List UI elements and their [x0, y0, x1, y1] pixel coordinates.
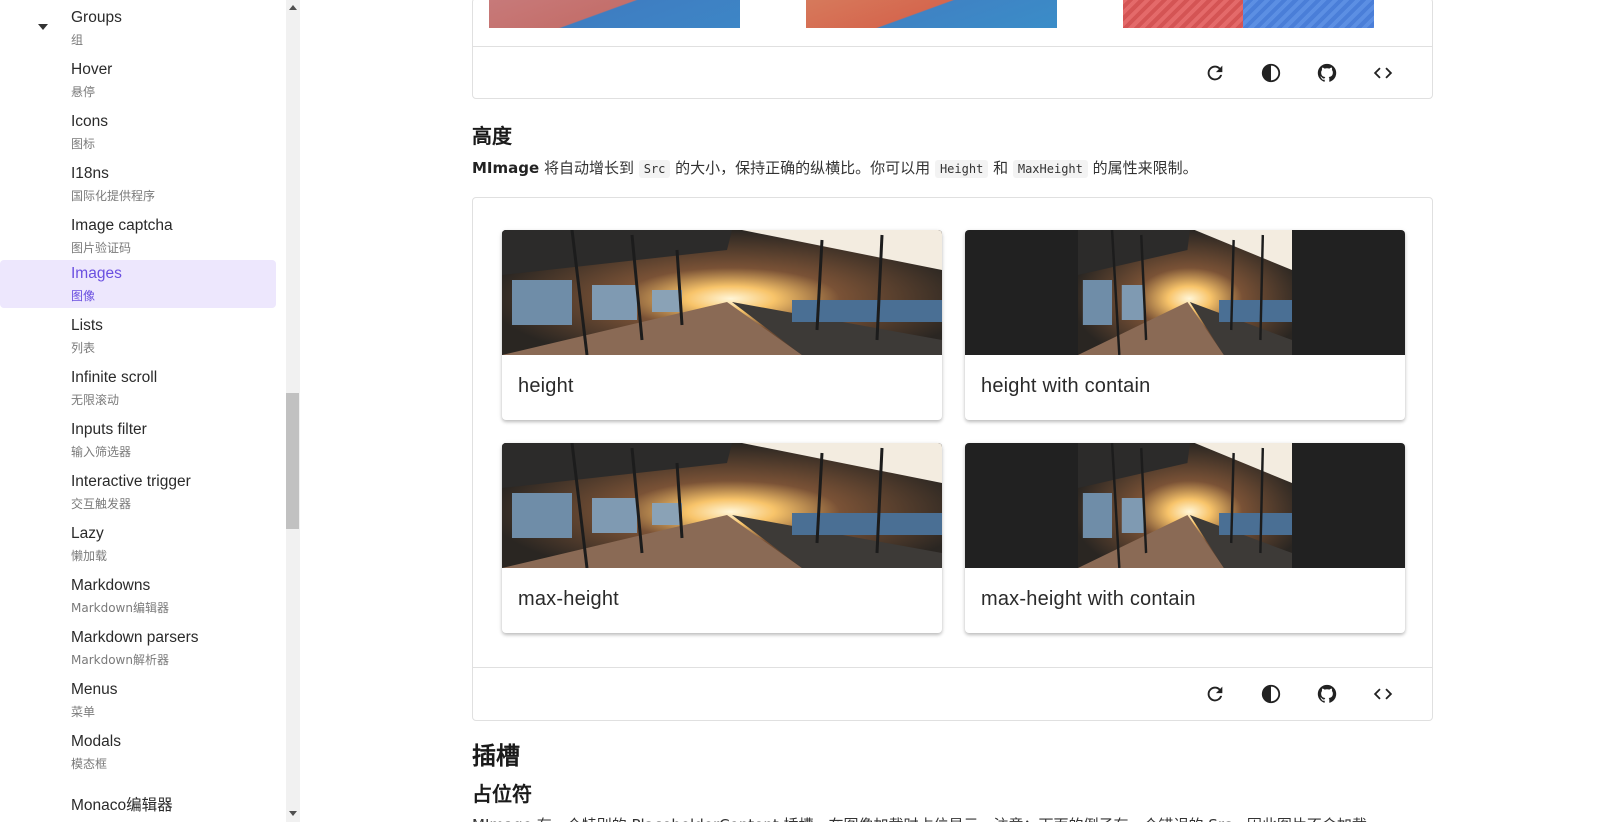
example-panel-gradients: [472, 0, 1433, 99]
section-description: MImage 将自动增长到 Src 的大小，保持正确的纵横比。你可以用 Heig…: [472, 157, 1198, 178]
sidebar-item-image-captcha[interactable]: Image captcha 图片验证码: [0, 212, 276, 260]
sidebar-item-sublabel: 国际化提供程序: [71, 189, 156, 203]
train-station-photo: [502, 230, 942, 355]
component-name: MImage: [472, 159, 540, 177]
sidebar-item-i18ns[interactable]: I18ns 国际化提供程序: [0, 160, 276, 208]
sidebar-item-label: Lists: [71, 317, 103, 334]
sidebar-item-sublabel: 输入筛选器: [71, 445, 132, 459]
card-title: max-height with contain: [981, 588, 1196, 610]
github-icon[interactable]: [1315, 682, 1339, 706]
sidebar-item-sublabel: 图像: [71, 289, 96, 303]
sidebar-item-infinite-scroll[interactable]: Infinite scroll 无限滚动: [0, 364, 276, 412]
section-heading-placeholder: 占位符: [472, 782, 532, 806]
sidebar-item-sublabel: 无限滚动: [71, 393, 120, 407]
sidebar-item-images[interactable]: Images 图像: [0, 260, 276, 308]
sidebar-item-interactive-trigger[interactable]: Interactive trigger 交互触发器: [0, 468, 276, 516]
card-image: [502, 443, 942, 568]
card-image: [502, 230, 942, 355]
code-icon[interactable]: [1371, 61, 1395, 85]
sidebar-item-sublabel: 悬停: [71, 85, 96, 99]
sidebar-item-sublabel: 菜单: [71, 705, 96, 719]
sidebar-item-label: Lazy: [71, 525, 104, 542]
card-title: height with contain: [981, 375, 1151, 397]
sidebar-item-label: Groups: [71, 9, 122, 26]
sidebar-item-label: Markdowns: [71, 577, 151, 594]
train-station-photo: [502, 443, 942, 568]
image-card-max-height: max-height: [502, 443, 942, 633]
sidebar-item-label: Hover: [71, 61, 113, 78]
sidebar-item-sublabel: 图片验证码: [71, 241, 132, 255]
example-toolbar: [473, 667, 1432, 719]
placeholder-description: MImage 有一个特别的 PlaceholderContent 插槽，在图像加…: [472, 814, 1382, 822]
sidebar-item-sublabel: Markdown解析器: [71, 653, 169, 667]
sidebar-item-label: Interactive trigger: [71, 473, 191, 490]
example-toolbar: [473, 46, 1432, 98]
sidebar-item-lazy[interactable]: Lazy 懒加载: [0, 520, 276, 568]
scrollbar-thumb[interactable]: [286, 393, 299, 529]
sidebar-item-label: Markdown parsers: [71, 629, 199, 646]
gradient-image-3: [1123, 0, 1374, 28]
sidebar-item-label: Icons: [71, 113, 109, 130]
sidebar-item-markdowns[interactable]: Markdowns Markdown编辑器: [0, 572, 276, 620]
code-src: Src: [638, 160, 671, 178]
sidebar-item-modals[interactable]: Modals 模态框: [0, 728, 276, 776]
sidebar-item-label: Image captcha: [71, 217, 173, 234]
code-height: Height: [934, 160, 989, 178]
sidebar-item-label: Monaco编辑器: [71, 797, 173, 814]
sidebar-item-label: Images: [71, 265, 122, 282]
desc-text: 和: [988, 159, 1013, 177]
sidebar-item-label: Infinite scroll: [71, 369, 158, 386]
sidebar-nav: Groups 组 Hover 悬停 Icons 图标 I18ns 国际化提供程序 Image c…: [0, 0, 286, 822]
desc-text: 将自动增长到: [539, 159, 639, 177]
sidebar-item-icons[interactable]: Icons 图标: [0, 108, 276, 156]
image-card-max-height-contain: max-height with contain: [965, 443, 1405, 633]
sidebar-item-sublabel: 懒加载: [71, 549, 108, 563]
image-card-height: height: [502, 230, 942, 420]
sidebar-item-inputs-filter[interactable]: Inputs filter 输入筛选器: [0, 416, 276, 464]
sidebar-item-hover[interactable]: Hover 悬停: [0, 56, 276, 104]
sidebar-item-sublabel: 列表: [71, 341, 96, 355]
sidebar-item-label: Inputs filter: [71, 421, 147, 438]
sidebar-item-sublabel: Markdown编辑器: [71, 601, 169, 615]
desc-text: 的大小，保持正确的纵横比。你可以用: [670, 159, 935, 177]
sidebar-item-monaco[interactable]: Monaco编辑器: [0, 788, 276, 822]
sidebar-item-label: Menus: [71, 681, 118, 698]
card-title: height: [518, 375, 574, 397]
refresh-icon[interactable]: [1203, 61, 1227, 85]
image-card-height-contain: height with contain: [965, 230, 1405, 420]
sidebar-item-menus[interactable]: Menus 菜单: [0, 676, 276, 724]
train-station-photo: [1078, 230, 1292, 355]
example-panel-height: height height with contain max-height ma…: [472, 197, 1433, 721]
gradient-image-2: [806, 0, 1057, 28]
gradient-image-1: [489, 0, 740, 28]
scroll-down-arrow-icon[interactable]: [289, 811, 297, 816]
scroll-up-arrow-icon[interactable]: [289, 5, 297, 10]
section-heading-height: 高度: [472, 124, 512, 148]
sidebar-item-sublabel: 图标: [71, 137, 96, 151]
sidebar-item-sublabel: 交互触发器: [71, 497, 132, 511]
code-icon[interactable]: [1371, 682, 1395, 706]
theme-toggle-icon[interactable]: [1259, 682, 1283, 706]
sidebar-item-label: I18ns: [71, 165, 109, 182]
sidebar-item-sublabel: 模态框: [71, 757, 108, 771]
sidebar-item-groups[interactable]: Groups 组: [0, 4, 276, 52]
code-maxheight: MaxHeight: [1012, 160, 1088, 178]
sidebar-item-label: Modals: [71, 733, 121, 750]
theme-toggle-icon[interactable]: [1259, 61, 1283, 85]
sidebar-item-markdown-parsers[interactable]: Markdown parsers Markdown解析器: [0, 624, 276, 672]
github-icon[interactable]: [1315, 61, 1339, 85]
train-station-photo: [1078, 443, 1292, 568]
card-image: [965, 443, 1405, 568]
section-heading-slots: 插槽: [472, 742, 520, 770]
card-title: max-height: [518, 588, 619, 610]
card-image: [965, 230, 1405, 355]
desc-text: 的属性来限制。: [1087, 159, 1198, 177]
caret-down-icon[interactable]: [38, 24, 48, 30]
sidebar-item-sublabel: 组: [71, 33, 84, 47]
refresh-icon[interactable]: [1203, 682, 1227, 706]
sidebar-item-lists[interactable]: Lists 列表: [0, 312, 276, 360]
